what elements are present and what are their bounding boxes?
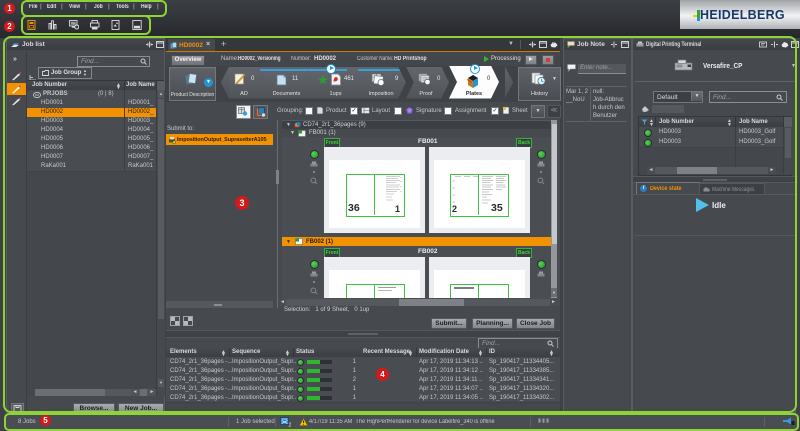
- svg-text:2: 2: [289, 423, 292, 428]
